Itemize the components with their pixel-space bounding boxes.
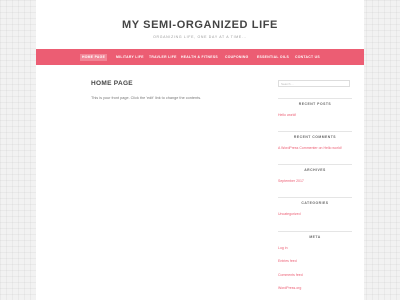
recent-posts-title: RECENT POSTS <box>278 98 352 106</box>
main-navigation: HOME PAGE MILITARY LIFE TRAVLER LIFE HEA… <box>36 49 364 65</box>
nav-item-military-life[interactable]: MILITARY LIFE <box>114 54 146 61</box>
meta-entries-feed-link[interactable]: Entries feed <box>278 259 297 263</box>
archive-link[interactable]: September 2017 <box>278 179 304 183</box>
nav-item-travler-life[interactable]: TRAVLER LIFE <box>147 54 179 61</box>
archives-title: ARCHIVES <box>278 164 352 172</box>
categories-title: CATEGORIES <box>278 197 352 205</box>
meta-login-link[interactable]: Log in <box>278 246 288 250</box>
main-content: HOME PAGE This is your front page. Click… <box>91 80 261 100</box>
meta-comments-feed-link[interactable]: Comments feed <box>278 273 303 277</box>
nav-item-essential-oils[interactable]: ESSENTIAL OILS <box>255 54 291 61</box>
category-link[interactable]: Uncategorized <box>278 212 301 216</box>
site-tagline: ORGANIZING LIFE, ONE DAY AT A TIME... <box>153 35 247 39</box>
search-input[interactable]: Search ... <box>278 80 350 87</box>
nav-item-couponing[interactable]: COUPONING <box>223 54 251 61</box>
meta-wordpress-link[interactable]: WordPress.org <box>278 286 301 290</box>
site-title[interactable]: MY SEMI-ORGANIZED LIFE <box>36 19 364 31</box>
page-body-text: This is your front page. Click the 'edit… <box>91 96 202 100</box>
recent-comment-link[interactable]: A WordPress Commenter on Hello world! <box>278 146 342 150</box>
nav-item-health-fitness[interactable]: HEALTH & FITNESS <box>179 54 220 61</box>
page-container: MY SEMI-ORGANIZED LIFE ORGANIZING LIFE, … <box>36 0 364 300</box>
recent-post-link[interactable]: Hello world! <box>278 113 296 117</box>
nav-item-contact-us[interactable]: CONTACT US <box>293 54 322 61</box>
nav-item-home[interactable]: HOME PAGE <box>80 54 108 61</box>
recent-comments-title: RECENT COMMENTS <box>278 131 352 139</box>
meta-title: META <box>278 231 352 239</box>
sidebar: Search ... RECENT POSTS Hello world! REC… <box>278 80 352 290</box>
page-title: HOME PAGE <box>91 80 133 87</box>
